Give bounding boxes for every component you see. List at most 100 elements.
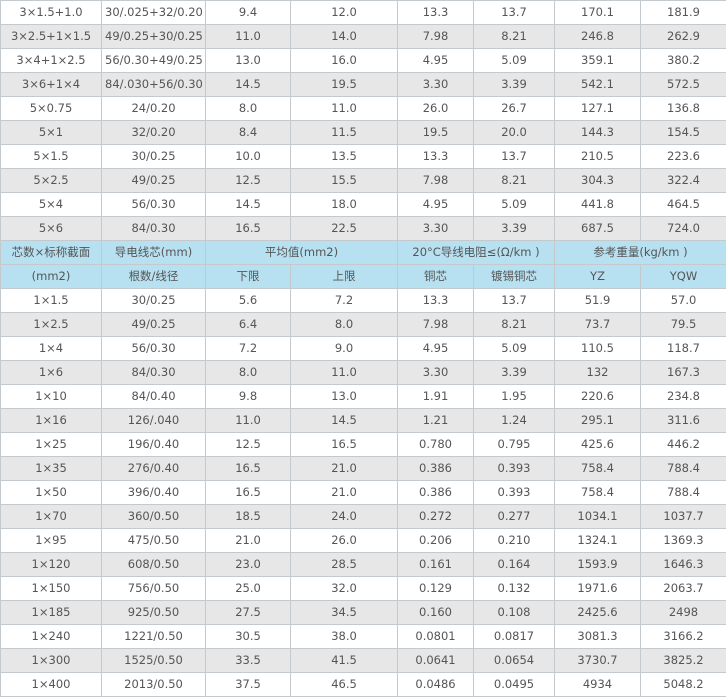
header-copper: 铜芯 (397, 264, 474, 289)
table-cell: 18.5 (205, 504, 291, 529)
table-cell: 475/0.50 (101, 528, 206, 553)
table-cell: 9.4 (205, 0, 291, 25)
table-cell: 2425.6 (554, 600, 641, 625)
table-cell: 8.0 (205, 360, 291, 385)
table-cell: 756/0.50 (101, 576, 206, 601)
header-yz: YZ (554, 264, 641, 289)
table-cell: 8.21 (473, 24, 555, 49)
table-cell: 14.5 (205, 192, 291, 217)
table-cell: 20.0 (473, 120, 555, 145)
table-row: 5×0.75 24/0.20 8.0 11.0 26.0 26.7 127.1 136.8 (0, 96, 726, 121)
table-cell: 79.5 (640, 312, 726, 337)
table-cell: 220.6 (554, 384, 641, 409)
table-cell: 0.0654 (473, 648, 555, 673)
table-cell: 32.0 (290, 576, 398, 601)
table-cell: 12.0 (290, 0, 398, 25)
table-row: 1×185 925/0.50 27.5 34.5 0.160 0.108 2425.6 249… (0, 600, 726, 625)
table-cell: 5.6 (205, 288, 291, 313)
table-cell: 0.210 (473, 528, 555, 553)
table-cell: 14.5 (290, 408, 398, 433)
table-row: 5×2.5 49/0.25 12.5 15.5 7.98 8.21 304.3 322.4 (0, 168, 726, 193)
table-cell: 127.1 (554, 96, 641, 121)
table-cell: 32/0.20 (101, 120, 206, 145)
table-row: 1×10 84/0.40 9.8 13.0 1.91 1.95 220.6 234.8 (0, 384, 726, 409)
table-cell: 608/0.50 (101, 552, 206, 577)
table-cell: 1369.3 (640, 528, 726, 553)
table-cell: 84/0.30 (101, 216, 206, 241)
table-cell: 210.5 (554, 144, 641, 169)
table-cell: 262.9 (640, 24, 726, 49)
table-cell: 1.95 (473, 384, 555, 409)
table-cell: 73.7 (554, 312, 641, 337)
table-cell: 3.30 (397, 360, 474, 385)
table-cell: 4934 (554, 672, 641, 697)
table-cell: 41.5 (290, 648, 398, 673)
table-cell: 1×400 (0, 672, 102, 697)
table-cell: 24.0 (290, 504, 398, 529)
table-cell: 3×6+1×4 (0, 72, 102, 97)
table-cell: 46.5 (290, 672, 398, 697)
table-cell: 1221/0.50 (101, 624, 206, 649)
table-cell: 572.5 (640, 72, 726, 97)
table-row: 1×70 360/0.50 18.5 24.0 0.272 0.277 1034.1 1037… (0, 504, 726, 529)
table-cell: 0.0817 (473, 624, 555, 649)
table-cell: 49/0.25 (101, 168, 206, 193)
table-cell: 1525/0.50 (101, 648, 206, 673)
table-cell: 21.0 (290, 456, 398, 481)
table-cell: 7.2 (290, 288, 398, 313)
table-cell: 4.95 (397, 192, 474, 217)
table-cell: 16.0 (290, 48, 398, 73)
table-row: 1×4 56/0.30 7.2 9.0 4.95 5.09 110.5 118.7 (0, 336, 726, 361)
table-cell: 13.3 (397, 0, 474, 25)
table-cell: 0.0641 (397, 648, 474, 673)
table-cell: 0.108 (473, 600, 555, 625)
header-row-2: (mm2) 根数/线径 下限 上限 铜芯 镀锡铜芯 YZ YQW (0, 264, 726, 289)
table-cell: 3×1.5+1.0 (0, 0, 102, 25)
table-cell: 25.0 (205, 576, 291, 601)
table-cell: 1×10 (0, 384, 102, 409)
table-cell: 11.0 (205, 408, 291, 433)
table-cell: 2063.7 (640, 576, 726, 601)
table-row: 5×1 32/0.20 8.4 11.5 19.5 20.0 144.3 154.5 (0, 120, 726, 145)
table-cell: 5.09 (473, 336, 555, 361)
table-cell: 170.1 (554, 0, 641, 25)
header-core-unit: (mm2) (0, 264, 102, 289)
table-cell: 0.780 (397, 432, 474, 457)
table-cell: 0.0495 (473, 672, 555, 697)
table-cell: 144.3 (554, 120, 641, 145)
table-cell: 0.0486 (397, 672, 474, 697)
table-cell: 360/0.50 (101, 504, 206, 529)
table-cell: 0.206 (397, 528, 474, 553)
table-cell: 11.0 (290, 96, 398, 121)
table-cell: 4.95 (397, 48, 474, 73)
table-cell: 5.09 (473, 192, 555, 217)
table-cell: 3730.7 (554, 648, 641, 673)
table-cell: 14.0 (290, 24, 398, 49)
table-cell: 1646.3 (640, 552, 726, 577)
table-cell: 19.5 (397, 120, 474, 145)
table-cell: 304.3 (554, 168, 641, 193)
table-cell: 132 (554, 360, 641, 385)
table-cell: 1.91 (397, 384, 474, 409)
table-cell: 1×150 (0, 576, 102, 601)
table-cell: 758.4 (554, 480, 641, 505)
table-cell: 3.39 (473, 360, 555, 385)
table-cell: 49/0.25+30/0.25 (101, 24, 206, 49)
table-cell: 9.8 (205, 384, 291, 409)
table-cell: 30/0.25 (101, 144, 206, 169)
table-row: 1×25 196/0.40 12.5 16.5 0.780 0.795 425.6 446.2 (0, 432, 726, 457)
header-weight: 参考重量(kg/km ) (554, 240, 726, 265)
table-cell: 34.5 (290, 600, 398, 625)
table-cell: 542.1 (554, 72, 641, 97)
table-cell: 5×0.75 (0, 96, 102, 121)
table-cell: 359.1 (554, 48, 641, 73)
table-cell: 0.277 (473, 504, 555, 529)
header-row-1: 芯数×标称截面 导电线芯(mm) 平均值(mm2) 20°C导线电阻≤(Ω/km… (0, 240, 726, 265)
table-cell: 446.2 (640, 432, 726, 457)
table-row: 1×1.5 30/0.25 5.6 7.2 13.3 13.7 51.9 57.0 (0, 288, 726, 313)
table-cell: 2013/0.50 (101, 672, 206, 697)
table-row: 1×35 276/0.40 16.5 21.0 0.386 0.393 758.4 788.4 (0, 456, 726, 481)
table-cell: 26.0 (397, 96, 474, 121)
table-cell: 5×4 (0, 192, 102, 217)
table-cell: 396/0.40 (101, 480, 206, 505)
